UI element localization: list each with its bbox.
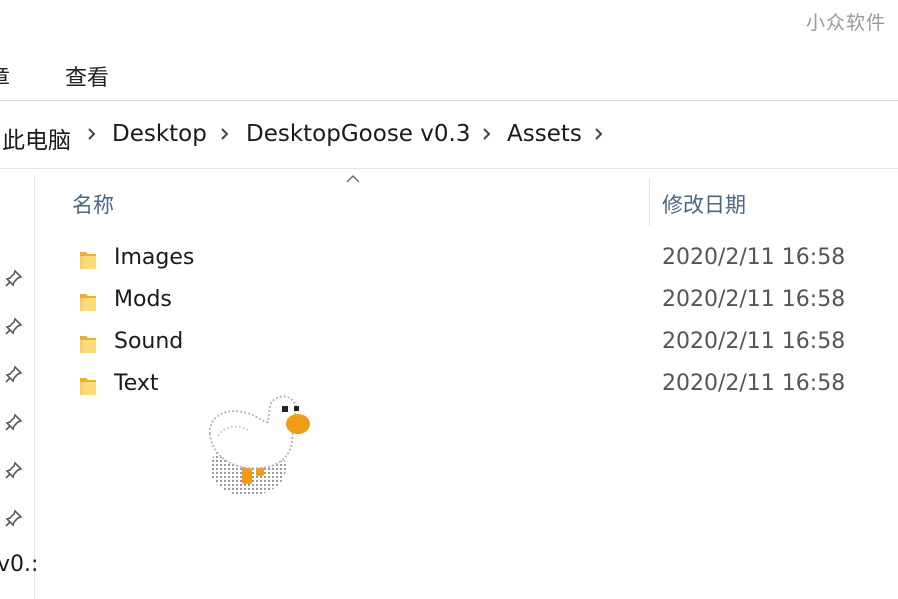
chevron-right-icon[interactable] — [593, 125, 605, 143]
file-date: 2020/2/11 16:58 — [662, 287, 846, 312]
file-date: 2020/2/11 16:58 — [662, 329, 846, 354]
nav-pane-divider — [34, 175, 35, 599]
chevron-right-icon[interactable] — [219, 125, 231, 143]
file-row[interactable]: Sound 2020/2/11 16:58 — [60, 323, 898, 365]
file-name: Mods — [114, 287, 172, 312]
file-row[interactable]: Images 2020/2/11 16:58 — [60, 239, 898, 281]
ribbon-divider — [0, 100, 898, 101]
file-date: 2020/2/11 16:58 — [662, 371, 846, 396]
nav-item-partial[interactable]: v0.: — [0, 552, 38, 577]
ribbon-tab-view[interactable]: 查看 — [65, 60, 109, 92]
file-name: Sound — [114, 329, 184, 354]
breadcrumb-assets[interactable]: Assets — [507, 121, 582, 147]
pin-icon[interactable] — [4, 316, 24, 336]
address-divider — [0, 168, 898, 169]
column-header-name[interactable]: 名称 — [72, 189, 114, 219]
column-header-date[interactable]: 修改日期 — [662, 189, 746, 219]
file-name: Text — [114, 371, 159, 396]
folder-icon — [80, 252, 96, 269]
file-row[interactable]: Text 2020/2/11 16:58 — [60, 365, 898, 407]
folder-icon — [80, 294, 96, 311]
file-date: 2020/2/11 16:58 — [662, 245, 846, 270]
ribbon-tab-share[interactable]: 章 — [0, 60, 10, 92]
column-divider[interactable] — [649, 178, 650, 226]
breadcrumb-desktopgoose[interactable]: DesktopGoose v0.3 — [246, 121, 470, 147]
breadcrumb-this-pc[interactable]: 此电脑 — [2, 121, 71, 155]
breadcrumb-desktop[interactable]: Desktop — [112, 121, 207, 147]
folder-icon — [80, 378, 96, 395]
goose-eye — [282, 406, 288, 412]
watermark-text: 小众软件 — [805, 12, 886, 34]
chevron-right-icon[interactable] — [481, 125, 493, 143]
goose-eye — [294, 406, 299, 411]
desktop-goose[interactable] — [204, 392, 316, 500]
chevron-right-icon[interactable] — [86, 125, 98, 143]
sort-arrow-icon — [346, 175, 360, 183]
pin-icon[interactable] — [4, 364, 24, 384]
file-row[interactable]: Mods 2020/2/11 16:58 — [60, 281, 898, 323]
file-name: Images — [114, 245, 195, 270]
pin-icon[interactable] — [4, 508, 24, 528]
pin-icon[interactable] — [4, 460, 24, 480]
goose-beak — [286, 414, 310, 434]
pin-icon[interactable] — [4, 268, 24, 288]
pin-icon[interactable] — [4, 412, 24, 432]
folder-icon — [80, 336, 96, 353]
